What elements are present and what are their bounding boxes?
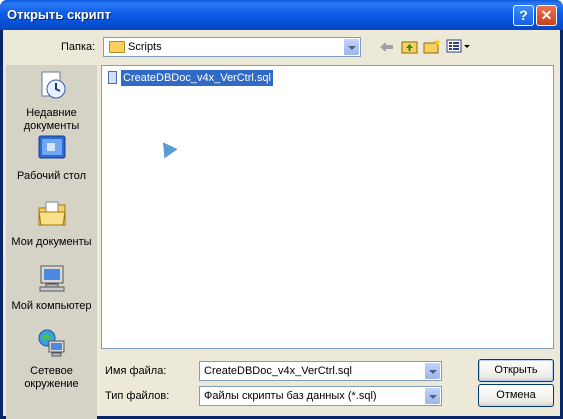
- filetype-value: Файлы скрипты баз данных (*.sql): [204, 390, 377, 402]
- filetype-label: Тип файлов:: [105, 390, 170, 402]
- location-label: Папка:: [61, 41, 96, 53]
- recent-documents-icon: [41, 71, 65, 99]
- network-places-icon: [38, 329, 64, 357]
- filetype-select[interactable]: Файлы скрипты баз данных (*.sql): [199, 386, 442, 406]
- chevron-down-icon[interactable]: [424, 388, 440, 404]
- folder-icon: [109, 41, 125, 53]
- desktop-icon: [38, 135, 65, 159]
- cancel-button[interactable]: Отмена: [478, 384, 554, 407]
- chevron-down-icon[interactable]: [424, 363, 440, 379]
- mouse-cursor-icon: [156, 137, 178, 159]
- places-item-label: Недавние документы: [23, 107, 80, 132]
- file-list[interactable]: CreateDBDoc_v4x_VerCtrl.sql: [101, 65, 554, 349]
- close-button[interactable]: ✕: [536, 5, 557, 26]
- places-item-label: Мои документы: [11, 236, 92, 248]
- places-item-label: Мой компьютер: [11, 300, 92, 312]
- places-item-my-documents[interactable]: Мои документы: [6, 198, 97, 249]
- chevron-down-icon[interactable]: [343, 39, 359, 55]
- places-item-label: Сетевое окружение: [24, 365, 79, 390]
- open-script-dialog: Открыть скрипт ? ✕ Папка: Scripts Недавн…: [0, 0, 563, 419]
- places-item-label: Рабочий стол: [16, 170, 87, 182]
- my-documents-icon: [37, 201, 66, 226]
- up-folder-icon[interactable]: [401, 38, 419, 54]
- file-name[interactable]: CreateDBDoc_v4x_VerCtrl.sql: [120, 69, 274, 87]
- filename-label: Имя файла:: [105, 365, 167, 377]
- location-combo[interactable]: Scripts: [103, 37, 361, 57]
- open-button[interactable]: Открыть: [478, 359, 554, 382]
- new-folder-icon[interactable]: [423, 38, 441, 54]
- filename-field[interactable]: CreateDBDoc_v4x_VerCtrl.sql: [199, 361, 442, 381]
- help-button[interactable]: ?: [513, 5, 534, 26]
- title-bar[interactable]: Открыть скрипт ? ✕: [0, 0, 563, 30]
- filename-value: CreateDBDoc_v4x_VerCtrl.sql: [204, 365, 352, 377]
- places-item-network[interactable]: Сетевое окружение: [6, 327, 97, 391]
- dialog-body: Папка: Scripts Недавние документы Рабочи…: [3, 30, 560, 419]
- places-item-my-computer[interactable]: Мой компьютер: [6, 262, 97, 313]
- places-item-recent[interactable]: Недавние документы: [6, 69, 97, 133]
- sql-file-icon: [108, 71, 117, 84]
- view-menu-icon[interactable]: [446, 38, 472, 54]
- back-arrow-icon[interactable]: [378, 39, 396, 55]
- places-item-desktop[interactable]: Рабочий стол: [6, 132, 97, 183]
- places-bar: Недавние документы Рабочий стол Мои доку…: [6, 65, 97, 419]
- window-title: Открыть скрипт: [7, 7, 111, 22]
- location-value: Scripts: [128, 41, 162, 53]
- my-computer-icon: [39, 265, 64, 292]
